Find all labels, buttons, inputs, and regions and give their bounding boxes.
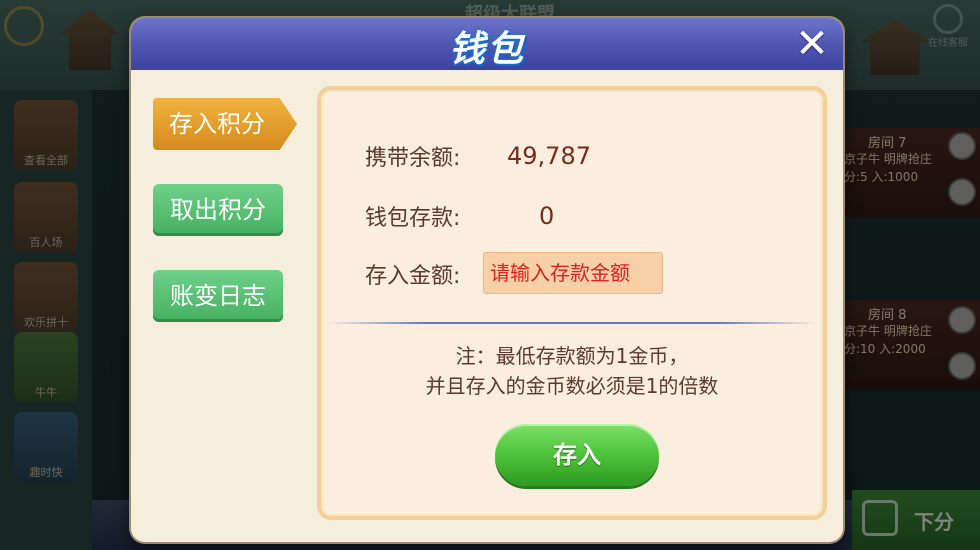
deposit-amount-input[interactable] bbox=[483, 252, 663, 294]
divider bbox=[327, 322, 817, 324]
tab-withdraw-points[interactable]: 取出积分 bbox=[153, 184, 283, 236]
wallet-deposit-label: 钱包存款: bbox=[365, 206, 461, 231]
deposit-panel: 携带余额: 49,787 钱包存款: 0 存入金额: 注：最低存款额为1金币， … bbox=[317, 86, 827, 520]
dialog-body: 存入积分 取出积分 账变日志 携带余额: 49,787 钱包存款: 0 存入金额… bbox=[131, 70, 843, 542]
deposit-amount-label: 存入金额: bbox=[365, 264, 461, 289]
deposit-note-line1: 注：最低存款额为1金币， bbox=[455, 344, 689, 368]
close-button[interactable]: ✕ bbox=[791, 24, 833, 66]
tab-deposit-points[interactable]: 存入积分 bbox=[153, 98, 297, 150]
carry-balance-label: 携带余额: bbox=[365, 146, 461, 171]
deposit-note-line2: 并且存入的金币数必须是1的倍数 bbox=[425, 374, 719, 398]
carry-balance-value: 49,787 bbox=[507, 142, 591, 170]
wallet-dialog: 钱包 ✕ 存入积分 取出积分 账变日志 携带余额: 49,787 钱包存款: 0… bbox=[131, 18, 843, 542]
dialog-title: 钱包 bbox=[448, 29, 525, 70]
tab-transaction-log[interactable]: 账变日志 bbox=[153, 270, 283, 322]
wallet-deposit-value: 0 bbox=[539, 202, 555, 230]
dialog-header: 钱包 ✕ bbox=[131, 18, 843, 70]
deposit-button[interactable]: 存入 bbox=[495, 424, 659, 486]
